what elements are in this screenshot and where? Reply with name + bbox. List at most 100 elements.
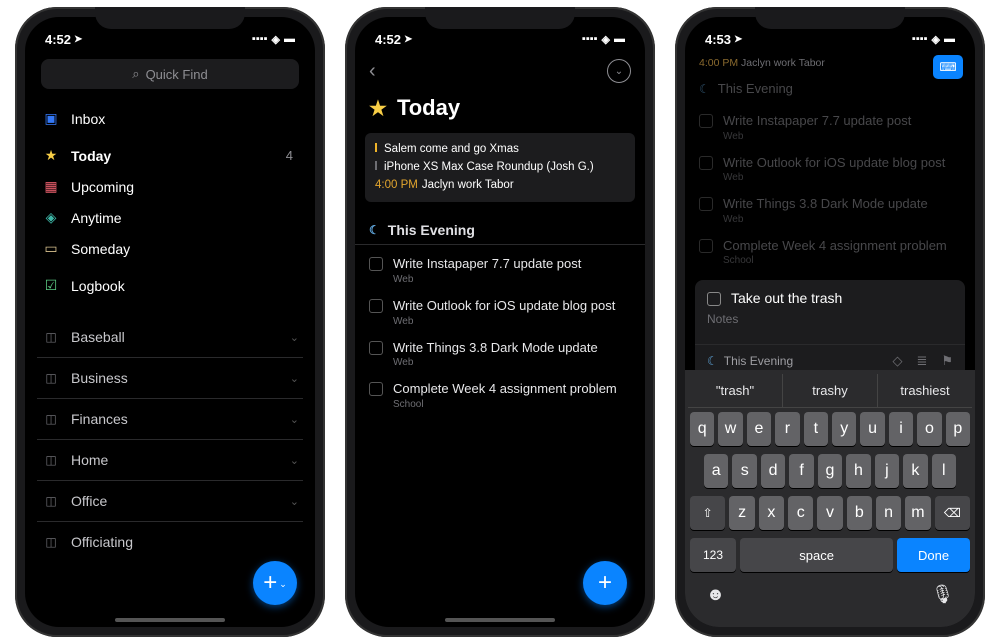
today-count: 4 bbox=[286, 148, 293, 163]
key-j[interactable]: j bbox=[875, 454, 899, 488]
add-button[interactable]: +⌄ bbox=[253, 561, 297, 605]
new-task-title-input[interactable]: Take out the trash bbox=[731, 290, 842, 306]
today-summary-card[interactable]: Salem come and go Xmas iPhone XS Max Cas… bbox=[365, 133, 635, 202]
key-z[interactable]: z bbox=[729, 496, 754, 530]
nav-inbox[interactable]: ▣ Inbox bbox=[37, 103, 303, 134]
archive-icon: ▭ bbox=[41, 240, 61, 257]
key-delete[interactable]: ⌫ bbox=[935, 496, 970, 530]
key-w[interactable]: w bbox=[718, 412, 742, 446]
task-row[interactable]: Write Instapaper 7.7 update postWeb bbox=[355, 249, 645, 291]
cube-icon: ◫ bbox=[41, 494, 61, 508]
chevron-down-icon: ⌄ bbox=[279, 579, 287, 590]
task-checkbox[interactable] bbox=[369, 299, 383, 313]
nav-logbook[interactable]: ☑ Logbook bbox=[37, 270, 303, 301]
section-this-evening: ☾ This Evening bbox=[355, 218, 645, 245]
key-p[interactable]: p bbox=[946, 412, 970, 446]
key-y[interactable]: y bbox=[832, 412, 856, 446]
key-b[interactable]: b bbox=[847, 496, 872, 530]
key-123[interactable]: 123 bbox=[690, 538, 736, 572]
when-label[interactable]: This Evening bbox=[724, 354, 793, 368]
nav-today[interactable]: ★ Today 4 bbox=[37, 140, 303, 171]
task-checkbox[interactable] bbox=[707, 292, 721, 306]
task-checkbox[interactable] bbox=[369, 257, 383, 271]
key-v[interactable]: v bbox=[817, 496, 842, 530]
key-a[interactable]: a bbox=[704, 454, 728, 488]
notch bbox=[755, 7, 905, 29]
area-baseball[interactable]: ◫ Baseball ⌄ bbox=[37, 317, 303, 358]
section-this-evening: ☾ This Evening bbox=[685, 77, 975, 102]
layers-icon: ◈ bbox=[41, 209, 61, 226]
key-done[interactable]: Done bbox=[897, 538, 970, 572]
keyboard[interactable]: trash trashy trashiest q w e r t y u i o… bbox=[685, 370, 975, 627]
area-business[interactable]: ◫ Business ⌄ bbox=[37, 358, 303, 399]
task-row: Complete Week 4 assignment problemSchool bbox=[685, 231, 975, 273]
task-checkbox bbox=[699, 156, 713, 170]
status-time: 4:52 bbox=[45, 32, 71, 47]
key-m[interactable]: m bbox=[905, 496, 930, 530]
nav-upcoming[interactable]: ▦ Upcoming bbox=[37, 171, 303, 202]
area-home[interactable]: ◫ Home ⌄ bbox=[37, 440, 303, 481]
key-n[interactable]: n bbox=[876, 496, 901, 530]
moon-icon: ☾ bbox=[707, 354, 718, 368]
key-space[interactable]: space bbox=[740, 538, 893, 572]
area-office[interactable]: ◫ Office ⌄ bbox=[37, 481, 303, 522]
keyboard-toggle-button[interactable]: ⌨ bbox=[933, 55, 963, 79]
area-officiating[interactable]: ◫ Officiating bbox=[37, 522, 303, 562]
task-row[interactable]: Write Outlook for iOS update blog postWe… bbox=[355, 291, 645, 333]
add-button[interactable]: + bbox=[583, 561, 627, 605]
quick-find-search[interactable]: ⌕ Quick Find bbox=[41, 59, 299, 89]
new-task-notes-input[interactable]: Notes bbox=[707, 312, 953, 326]
suggestion[interactable]: trashy bbox=[783, 374, 878, 407]
key-f[interactable]: f bbox=[789, 454, 813, 488]
key-t[interactable]: t bbox=[804, 412, 828, 446]
suggestion[interactable]: trashiest bbox=[878, 374, 972, 407]
back-button[interactable]: ‹ bbox=[369, 60, 376, 83]
home-indicator[interactable] bbox=[445, 618, 555, 622]
tag-icon[interactable]: ◇ bbox=[892, 353, 902, 369]
collapse-button[interactable]: ⌄ bbox=[607, 59, 631, 83]
status-time: 4:53 bbox=[705, 32, 731, 47]
task-checkbox[interactable] bbox=[369, 382, 383, 396]
chevron-down-icon: ⌄ bbox=[290, 454, 299, 467]
key-s[interactable]: s bbox=[732, 454, 756, 488]
key-i[interactable]: i bbox=[889, 412, 913, 446]
emoji-button[interactable]: ☻ bbox=[706, 584, 725, 605]
key-r[interactable]: r bbox=[775, 412, 799, 446]
checklist-icon[interactable]: ≣ bbox=[916, 353, 927, 369]
key-h[interactable]: h bbox=[846, 454, 870, 488]
key-shift[interactable]: ⇧ bbox=[690, 496, 725, 530]
cube-icon: ◫ bbox=[41, 453, 61, 467]
suggestion[interactable]: trash bbox=[688, 374, 783, 407]
cube-icon: ◫ bbox=[41, 412, 61, 426]
key-u[interactable]: u bbox=[860, 412, 884, 446]
home-indicator[interactable] bbox=[115, 618, 225, 622]
phone-new-task: 4:53➤ ▪▪▪▪◈▬ ⌨ 4:00 PM Jaclyn work Tabor… bbox=[675, 7, 985, 637]
flag-icon[interactable]: ⚑ bbox=[941, 353, 953, 369]
chevron-down-icon: ⌄ bbox=[290, 413, 299, 426]
chevron-down-icon: ⌄ bbox=[290, 495, 299, 508]
moon-icon: ☾ bbox=[369, 223, 380, 237]
cube-icon: ◫ bbox=[41, 535, 61, 549]
key-k[interactable]: k bbox=[903, 454, 927, 488]
nav-anytime[interactable]: ◈ Anytime bbox=[37, 202, 303, 233]
dim-header: 4:00 PM Jaclyn work Tabor bbox=[685, 53, 975, 77]
task-checkbox[interactable] bbox=[369, 341, 383, 355]
nav-someday[interactable]: ▭ Someday bbox=[37, 233, 303, 264]
new-task-card[interactable]: Take out the trash Notes ☾ This Evening … bbox=[695, 280, 965, 377]
task-row[interactable]: Write Things 3.8 Dark Mode updateWeb bbox=[355, 333, 645, 375]
page-title: ★ Today bbox=[355, 93, 645, 133]
key-x[interactable]: x bbox=[759, 496, 784, 530]
phone-today: 4:52➤ ▪▪▪▪◈▬ ‹ ⌄ ★ Today Salem come and … bbox=[345, 7, 655, 637]
task-row: Write Things 3.8 Dark Mode updateWeb bbox=[685, 189, 975, 231]
key-d[interactable]: d bbox=[761, 454, 785, 488]
key-q[interactable]: q bbox=[690, 412, 714, 446]
keyboard-suggestions[interactable]: trash trashy trashiest bbox=[688, 374, 972, 408]
key-c[interactable]: c bbox=[788, 496, 813, 530]
key-g[interactable]: g bbox=[818, 454, 842, 488]
mic-button[interactable]: 🎙 bbox=[931, 584, 954, 605]
task-row[interactable]: Complete Week 4 assignment problemSchool bbox=[355, 374, 645, 416]
key-l[interactable]: l bbox=[932, 454, 956, 488]
key-e[interactable]: e bbox=[747, 412, 771, 446]
key-o[interactable]: o bbox=[917, 412, 941, 446]
area-finances[interactable]: ◫ Finances ⌄ bbox=[37, 399, 303, 440]
